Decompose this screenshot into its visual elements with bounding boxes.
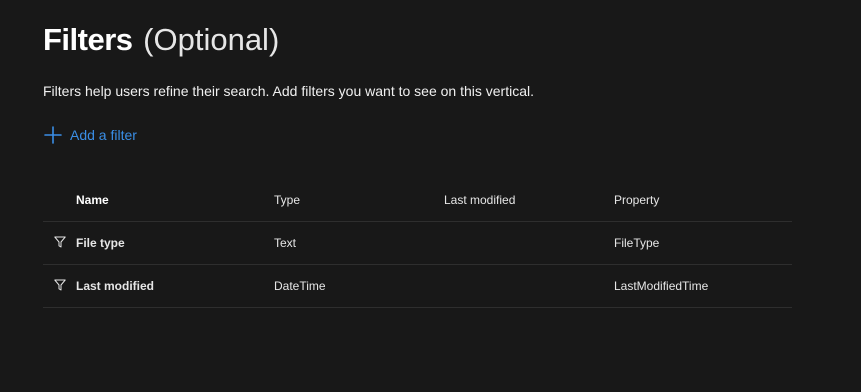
plus-icon [43,125,63,145]
row-property: LastModifiedTime [614,279,709,293]
table-header-row: Name Type Last modified Property [43,179,792,222]
column-header-property[interactable]: Property [614,179,659,221]
column-header-type[interactable]: Type [274,179,300,221]
row-property: FileType [614,236,660,250]
filter-icon [54,279,66,291]
row-type: DateTime [274,279,326,293]
filters-table: Name Type Last modified Property File ty… [43,179,792,308]
table-row[interactable]: File type Text FileType [43,222,792,265]
column-header-name[interactable]: Name [76,179,109,221]
page-description: Filters help users refine their search. … [43,83,535,99]
page-title: Filters (Optional) [43,20,279,60]
column-header-last-modified[interactable]: Last modified [444,179,515,221]
filters-page: Filters (Optional) Filters help users re… [0,0,861,392]
page-title-suffix: (Optional) [143,22,280,57]
row-name[interactable]: File type [76,222,125,264]
row-type: Text [274,236,297,250]
add-filter-button[interactable]: Add a filter [43,124,137,146]
page-title-main: Filters [43,22,133,57]
table-row[interactable]: Last modified DateTime LastModifiedTime [43,265,792,308]
filter-icon [54,236,66,248]
row-name[interactable]: Last modified [76,265,154,307]
add-filter-label: Add a filter [70,127,137,143]
